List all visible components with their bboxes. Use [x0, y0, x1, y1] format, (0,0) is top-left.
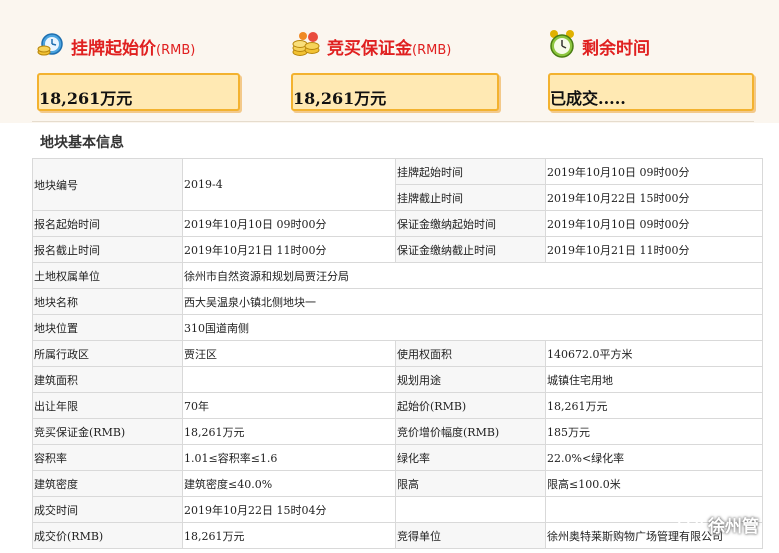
location-value: 310国道南侧	[182, 314, 763, 341]
coins-icon	[291, 30, 321, 62]
remaining-time-title: 剩余时间	[582, 38, 650, 59]
divider	[32, 121, 754, 122]
list-start-value: 2019年10月10日 09时00分	[545, 158, 763, 185]
table-row: 所属行政区 贾汪区 使用权面积 140672.0平方米	[32, 340, 763, 367]
parcel-no-value: 2019-4	[182, 158, 396, 211]
parcel-name-value: 西大吴温泉小镇北侧地块一	[182, 288, 763, 315]
alarm-clock-icon	[548, 29, 576, 63]
table-row: 成交价(RMB) 18,261万元 竞得单位 徐州奥特莱斯购物广场管理有限公司	[32, 522, 763, 549]
table-row: 地块名称 西大吴温泉小镇北侧地块一	[32, 288, 763, 315]
use-area-value: 140672.0平方米	[545, 340, 763, 367]
listing-price-card: 挂牌起始价(RMB) 18,261万元	[37, 0, 267, 123]
table-row: 容积率 1.01≤容积率≤1.6 绿化率 22.0%<绿化率	[32, 444, 763, 471]
reg-end-label: 报名截止时间	[32, 236, 183, 263]
watermark-text: 徐州管	[708, 517, 759, 537]
deposit-title: 竞买保证金(RMB)	[327, 38, 452, 59]
wechat-icon	[678, 512, 704, 537]
location-label: 地块位置	[32, 314, 183, 341]
start-price-value: 18,261万元	[545, 392, 763, 419]
deposit-value-cell: 18,261万元	[182, 418, 396, 445]
height-value: 限高≤100.0米	[545, 470, 763, 497]
list-end-value: 2019年10月22日 15时00分	[545, 184, 763, 211]
deal-price-value: 18,261万元	[182, 522, 396, 549]
reg-end-value: 2019年10月21日 11时00分	[182, 236, 396, 263]
increment-value: 185万元	[545, 418, 763, 445]
remaining-time-value: 已成交.....	[548, 73, 754, 111]
parcel-no-label: 地块编号	[32, 158, 183, 211]
deal-time-label: 成交时间	[32, 496, 183, 523]
reg-start-label: 报名起始时间	[32, 210, 183, 237]
list-end-label: 挂牌截止时间	[395, 184, 546, 211]
table-row: 土地权属单位 徐州市自然资源和规划局贾汪分局	[32, 262, 763, 289]
deal-time-value: 2019年10月22日 15时04分	[182, 496, 396, 523]
owner-label: 土地权属单位	[32, 262, 183, 289]
start-price-label: 起始价(RMB)	[395, 392, 546, 419]
table-row: 地块编号 2019-4 挂牌起始时间 2019年10月10日 09时00分	[32, 158, 763, 211]
use-area-label: 使用权面积	[395, 340, 546, 367]
green-label: 绿化率	[395, 444, 546, 471]
dep-end-value: 2019年10月21日 11时00分	[545, 236, 763, 263]
far-value: 1.01≤容积率≤1.6	[182, 444, 396, 471]
dep-start-label: 保证金缴纳起始时间	[395, 210, 546, 237]
deposit-label: 竞买保证金(RMB)	[32, 418, 183, 445]
owner-value: 徐州市自然资源和规划局贾汪分局	[182, 262, 763, 289]
table-row: 建筑密度 建筑密度≤40.0% 限高 限高≤100.0米	[32, 470, 763, 497]
reg-start-value: 2019年10月10日 09时00分	[182, 210, 396, 237]
list-start-label: 挂牌起始时间	[395, 158, 546, 185]
build-area-label: 建筑面积	[32, 366, 183, 393]
height-label: 限高	[395, 470, 546, 497]
build-area-value	[182, 366, 396, 393]
district-label: 所属行政区	[32, 340, 183, 367]
deposit-value: 18,261万元	[291, 73, 499, 111]
remaining-time-card: 剩余时间 已成交.....	[548, 0, 778, 123]
density-value: 建筑密度≤40.0%	[182, 470, 396, 497]
increment-label: 竞价增价幅度(RMB)	[395, 418, 546, 445]
table-row: 地块位置 310国道南侧	[32, 314, 763, 341]
parcel-info-table: 地块编号 2019-4 挂牌起始时间 2019年10月10日 09时00分 挂牌…	[32, 158, 763, 549]
deposit-card: 竞买保证金(RMB) 18,261万元	[291, 0, 521, 123]
term-value: 70年	[182, 392, 396, 419]
watermark: 徐州管	[678, 512, 759, 537]
plan-use-value: 城镇住宅用地	[545, 366, 763, 393]
term-label: 出让年限	[32, 392, 183, 419]
table-row: 报名起始时间 2019年10月10日 09时00分 保证金缴纳起始时间 2019…	[32, 210, 763, 237]
far-label: 容积率	[32, 444, 183, 471]
table-row: 建筑面积 规划用途 城镇住宅用地	[32, 366, 763, 393]
deal-price-label: 成交价(RMB)	[32, 522, 183, 549]
parcel-name-label: 地块名称	[32, 288, 183, 315]
listing-price-value: 18,261万元	[37, 73, 240, 111]
money-clock-icon	[37, 30, 65, 62]
winner-label: 竞得单位	[395, 522, 546, 549]
table-row: 成交时间 2019年10月22日 15时04分	[32, 496, 763, 523]
dep-start-value: 2019年10月10日 09时00分	[545, 210, 763, 237]
density-label: 建筑密度	[32, 470, 183, 497]
plan-use-label: 规划用途	[395, 366, 546, 393]
listing-price-title: 挂牌起始价(RMB)	[71, 38, 196, 59]
empty-cell	[395, 496, 546, 523]
table-row: 竞买保证金(RMB) 18,261万元 竞价增价幅度(RMB) 185万元	[32, 418, 763, 445]
district-value: 贾汪区	[182, 340, 396, 367]
auction-summary-panel: 挂牌起始价(RMB) 18,261万元 竞买保证金(RMB) 18,261万元	[0, 0, 779, 123]
section-title: 地块基本信息	[40, 135, 124, 151]
green-value: 22.0%<绿化率	[545, 444, 763, 471]
table-row: 报名截止时间 2019年10月21日 11时00分 保证金缴纳截止时间 2019…	[32, 236, 763, 263]
dep-end-label: 保证金缴纳截止时间	[395, 236, 546, 263]
table-row: 出让年限 70年 起始价(RMB) 18,261万元	[32, 392, 763, 419]
